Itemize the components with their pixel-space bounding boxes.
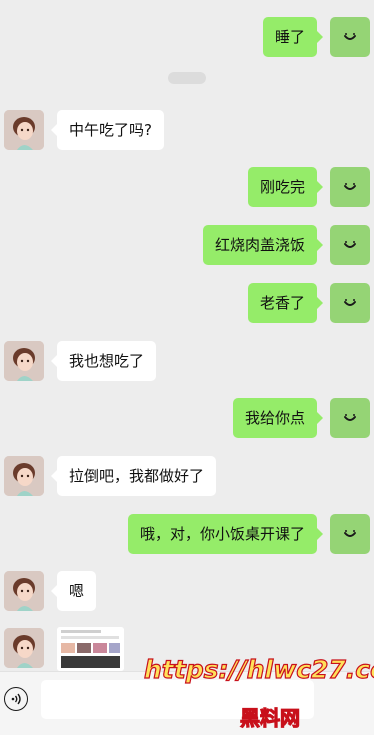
avatar-girl-icon [4, 628, 44, 668]
message-bubble-me[interactable]: 红烧肉盖浇饭 [202, 225, 324, 265]
avatar-me[interactable] [330, 514, 370, 554]
avatar-me[interactable] [330, 398, 370, 438]
message-bubble-me[interactable]: 我给你点 [232, 398, 324, 438]
avatar-other[interactable] [4, 110, 44, 150]
smile-face-icon [344, 530, 356, 537]
avatar-me[interactable] [330, 167, 370, 207]
chat-screen: 睡了 中午吃了吗? 刚吃完 红烧肉盖浇饭 老香了 我也想吃了 我给你点 拉倒吧，… [0, 0, 374, 735]
avatar-me[interactable] [330, 17, 370, 57]
watermark-site-name: 黑料网 [239, 705, 300, 730]
message-bubble-me[interactable]: 睡了 [262, 17, 324, 57]
avatar-me[interactable] [330, 225, 370, 265]
message-bubble-me[interactable]: 哦，对，你小饭桌开课了 [127, 514, 324, 554]
avatar-girl-icon [4, 341, 44, 381]
image-message-thumbnail[interactable] [57, 627, 124, 671]
smile-face-icon [344, 241, 356, 248]
avatar-other[interactable] [4, 571, 44, 611]
avatar-me[interactable] [330, 283, 370, 323]
avatar-other[interactable] [4, 456, 44, 496]
avatar-girl-icon [4, 571, 44, 611]
message-bubble-other[interactable]: 我也想吃了 [50, 341, 157, 381]
timestamp [168, 72, 206, 84]
screenshot-thumbnail-icon [57, 627, 124, 671]
avatar-girl-icon [4, 110, 44, 150]
message-bubble-me[interactable]: 刚吃完 [247, 167, 324, 207]
smile-face-icon [344, 414, 356, 421]
message-bubble-other[interactable]: 嗯 [50, 571, 97, 611]
voice-wave-icon [11, 693, 21, 705]
avatar-girl-icon [4, 456, 44, 496]
smile-face-icon [344, 183, 356, 190]
message-bubble-other[interactable]: 中午吃了吗? [51, 110, 164, 150]
watermark-url: https://hlwc27.com [143, 654, 374, 684]
voice-input-button[interactable] [4, 687, 28, 711]
avatar-other[interactable] [4, 341, 44, 381]
message-bubble-other[interactable]: 拉倒吧，我都做好了 [50, 456, 217, 496]
message-bubble-me[interactable]: 老香了 [247, 283, 324, 323]
smile-face-icon [344, 33, 356, 40]
smile-face-icon [344, 299, 356, 306]
avatar-other[interactable] [4, 628, 44, 668]
